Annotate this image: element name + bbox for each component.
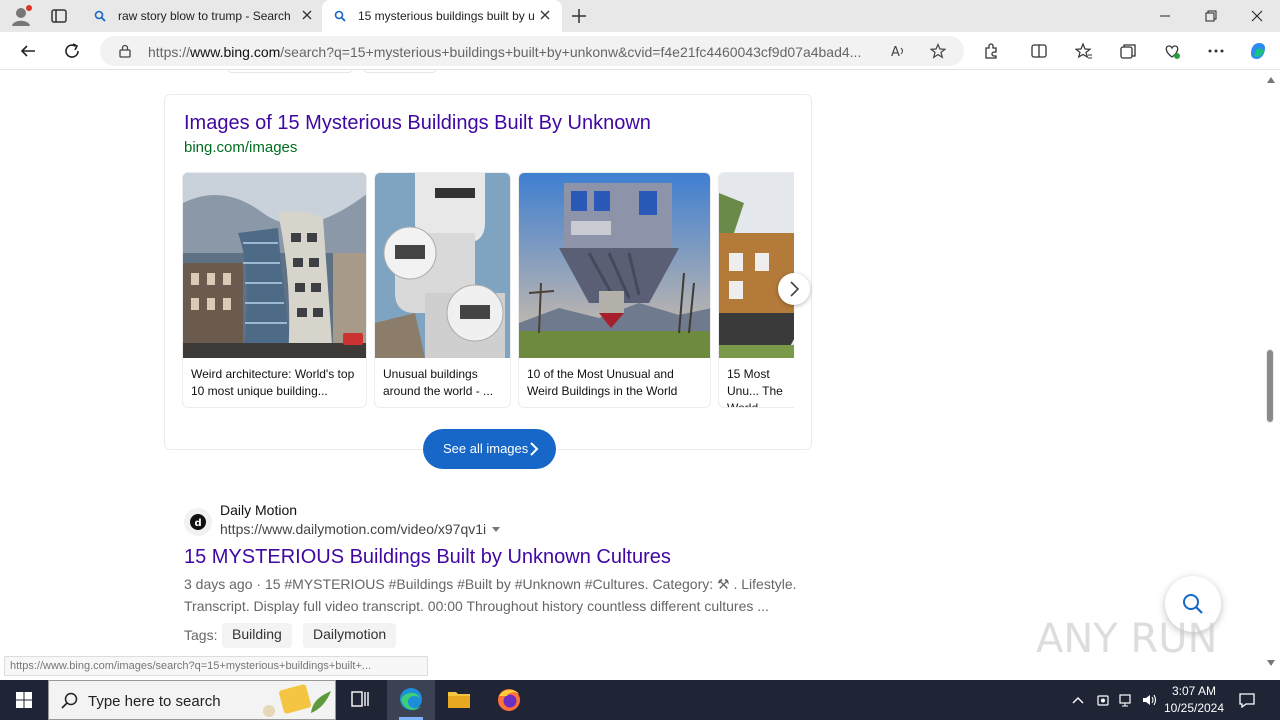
folder-icon [448,692,470,708]
windows-taskbar: Type here to search 3:07 AM 10/25/2024 [0,680,1280,720]
thumbnail-caption: Unusual buildings around the world - ... [383,367,494,398]
start-button[interactable] [0,680,48,720]
refresh-icon[interactable] [63,42,81,60]
thumbnail-caption: 10 of the Most Unusual and Weird Buildin… [527,367,678,398]
taskbar-search-box[interactable]: Type here to search [48,680,336,720]
result-snippet: 3 days ago · 15 #MYSTERIOUS #Buildings #… [184,576,797,614]
split-screen-icon[interactable] [1030,42,1048,60]
tag-pill-partial[interactable] [226,71,354,73]
image-thumbnail[interactable]: Weird architecture: World's top 10 most … [182,172,367,408]
chevron-right-icon [530,442,539,456]
notifications-icon[interactable] [1238,691,1256,709]
anyrun-watermark: ANY RUN [1036,616,1217,662]
images-answer-card: Images of 15 Mysterious Buildings Built … [164,94,812,469]
tab-mysterious-buildings[interactable]: 15 mysterious buildings built by u [322,0,562,32]
svg-text:ANY RUN: ANY RUN [1036,616,1217,662]
close-tab-icon[interactable] [300,8,314,22]
scroll-down-icon[interactable] [1267,660,1275,666]
page-content: Images of 15 Mysterious Buildings Built … [0,71,1262,680]
browser-toolbar: https://www.bing.com/search?q=15+mysteri… [0,32,1280,70]
firefox-button[interactable] [485,680,533,720]
scrollbar-thumb[interactable] [1266,349,1274,423]
clock-time: 3:07 AM [1171,684,1217,698]
close-window-icon[interactable] [1250,9,1264,23]
search-highlight-icon [263,684,331,717]
favorite-star-icon[interactable] [930,43,946,59]
see-all-images-button[interactable]: See all images [423,429,556,469]
firefox-icon [498,689,520,711]
status-bar-url: https://www.bing.com/images/search?q=15+… [4,656,428,676]
search-placeholder: Type here to search [88,693,221,710]
images-card-source[interactable]: bing.com/images [184,139,297,156]
result-url[interactable]: https://www.dailymotion.com/video/x97qv1… [220,521,501,537]
thumbnail-image [183,173,366,358]
thumbnail-image [519,173,710,358]
see-all-images-label: See all images [443,441,529,456]
thumbnail-caption: Weird architecture: World's top 10 most … [191,367,355,398]
read-aloud-icon[interactable]: A [890,43,906,59]
lock-icon[interactable] [118,44,132,58]
thumbnail-image [375,173,510,358]
network-icon[interactable] [1118,692,1134,708]
result-site-name[interactable]: Daily Motion [220,502,297,518]
close-tab-icon[interactable] [538,8,552,22]
minimize-icon[interactable] [1158,9,1172,23]
edge-taskbar-button[interactable] [387,680,435,720]
favorites-icon[interactable] [1075,42,1093,60]
back-arrow-icon[interactable] [19,42,37,60]
copilot-icon[interactable] [1247,40,1269,62]
tab-title: raw story blow to trump - Search [118,9,291,23]
task-view-button[interactable] [336,680,384,720]
tab-title: 15 mysterious buildings built by u [358,9,534,23]
thumbnail-caption: 15 Most Unu... The World - ... [727,367,783,408]
result-title-link[interactable]: 15 MYSTERIOUS Buildings Built by Unknown… [184,546,671,569]
carousel-next-button[interactable] [778,273,810,305]
images-card-title[interactable]: Images of 15 Mysterious Buildings Built … [184,112,651,135]
tag-dailymotion[interactable]: Dailymotion [303,623,397,648]
clock-date: 10/25/2024 [1163,701,1225,715]
image-thumbnail[interactable]: Unusual buildings around the world - ... [374,172,511,408]
tags-label: Tags: [184,627,218,643]
edge-icon [400,688,422,710]
taskbar-clock[interactable]: 3:07 AM 10/25/2024 [1160,683,1228,717]
extensions-icon[interactable] [982,42,1000,60]
address-bar[interactable]: https://www.bing.com/search?q=15+mysteri… [100,36,964,66]
tag-pill-partial[interactable] [362,71,438,73]
tab-strip: raw story blow to trump - Search 15 myst… [0,0,1280,32]
task-view-icon [351,691,369,707]
search-favicon-icon [94,10,106,22]
profile-avatar-icon[interactable] [10,5,32,27]
restore-icon[interactable] [1204,9,1218,23]
site-favicon[interactable]: d [184,508,212,536]
new-tab-icon[interactable] [570,7,588,25]
browser-essentials-icon[interactable] [1163,42,1181,60]
collections-icon[interactable] [1119,42,1137,60]
tag-building[interactable]: Building [222,623,292,648]
search-icon [61,692,78,709]
tab-raw-story[interactable]: raw story blow to trump - Search [84,0,322,32]
file-explorer-button[interactable] [435,680,483,720]
thumbnail-image [719,173,794,358]
url-text[interactable]: https://www.bing.com/search?q=15+mysteri… [148,44,876,60]
chevron-up-icon[interactable] [1070,692,1086,708]
page-scrollbar[interactable] [1262,71,1280,680]
windows-logo-icon [16,692,32,708]
image-carousel: Weird architecture: World's top 10 most … [182,172,794,408]
scroll-up-icon[interactable] [1267,77,1275,83]
dailymotion-logo-icon: d [190,514,206,530]
url-dropdown-icon[interactable] [492,527,501,532]
more-options-icon[interactable] [1207,42,1225,60]
image-thumbnail[interactable]: 10 of the Most Unusual and Weird Buildin… [518,172,711,408]
svg-text:d: d [195,518,202,529]
security-icon[interactable] [1095,692,1111,708]
tab-actions-icon[interactable] [50,7,68,25]
search-favicon-icon [334,10,346,22]
svg-text:A: A [891,45,900,59]
chevron-right-icon [790,281,800,297]
volume-icon[interactable] [1141,692,1157,708]
